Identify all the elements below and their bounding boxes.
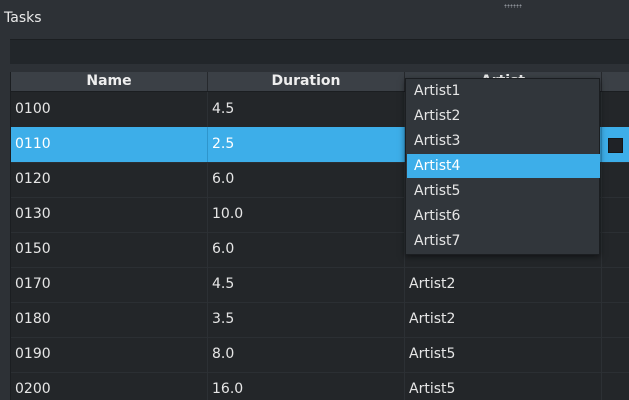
cell-duration: 10.0 bbox=[208, 197, 405, 232]
cell-artist[interactable]: Artist2 bbox=[405, 267, 602, 302]
cell-name: 0150 bbox=[11, 232, 208, 267]
cell-name: 0170 bbox=[11, 267, 208, 302]
cell-duration: 6.0 bbox=[208, 232, 405, 267]
tasks-panel: Tasks Name Duration Artist 0100 4.5 0110… bbox=[0, 0, 629, 400]
cell-duration: 6.0 bbox=[208, 162, 405, 197]
dropdown-option-artist5[interactable]: Artist5 bbox=[407, 179, 600, 203]
cell-name: 0190 bbox=[11, 337, 208, 372]
table-row[interactable]: 0190 8.0 Artist5 bbox=[11, 337, 629, 373]
cell-duration: 8.0 bbox=[208, 337, 405, 372]
cell-duration: 4.5 bbox=[208, 267, 405, 302]
dropdown-option-artist1[interactable]: Artist1 bbox=[407, 79, 600, 103]
cell-duration: 4.5 bbox=[208, 92, 405, 127]
dropdown-option-artist2[interactable]: Artist2 bbox=[407, 104, 600, 128]
cell-name: 0200 bbox=[11, 372, 208, 400]
panel-title: Tasks bbox=[4, 10, 42, 26]
table-row[interactable]: 0180 3.5 Artist2 bbox=[11, 302, 629, 338]
column-header-name[interactable]: Name bbox=[11, 72, 208, 91]
artist-dropdown-list[interactable]: Artist1 Artist2 Artist3 Artist4 Artist5 … bbox=[405, 78, 600, 255]
cell-duration: 3.5 bbox=[208, 302, 405, 337]
column-header-extra[interactable] bbox=[602, 72, 629, 91]
cell-name: 0130 bbox=[11, 197, 208, 232]
filter-input[interactable] bbox=[10, 39, 629, 64]
table-row[interactable]: 0170 4.5 Artist2 bbox=[11, 267, 629, 303]
drag-handle-icon[interactable] bbox=[504, 4, 522, 8]
cell-artist[interactable]: Artist5 bbox=[405, 337, 602, 372]
table-row[interactable]: 0200 16.0 Artist5 bbox=[11, 372, 629, 400]
cell-artist[interactable]: Artist2 bbox=[405, 302, 602, 337]
cell-name: 0120 bbox=[11, 162, 208, 197]
dropdown-option-artist4[interactable]: Artist4 bbox=[407, 154, 600, 178]
cell-name: 0100 bbox=[11, 92, 208, 127]
column-header-duration[interactable]: Duration bbox=[208, 72, 405, 91]
cell-name: 0180 bbox=[11, 302, 208, 337]
cell-artist[interactable]: Artist5 bbox=[405, 372, 602, 400]
dropdown-option-artist3[interactable]: Artist3 bbox=[407, 129, 600, 153]
cell-name: 0110 bbox=[11, 127, 208, 162]
dropdown-option-artist7[interactable]: Artist7 bbox=[407, 229, 600, 253]
cell-duration: 2.5 bbox=[208, 127, 405, 162]
checkbox-icon[interactable] bbox=[608, 138, 623, 153]
dropdown-option-artist6[interactable]: Artist6 bbox=[407, 204, 600, 228]
cell-duration: 16.0 bbox=[208, 372, 405, 400]
